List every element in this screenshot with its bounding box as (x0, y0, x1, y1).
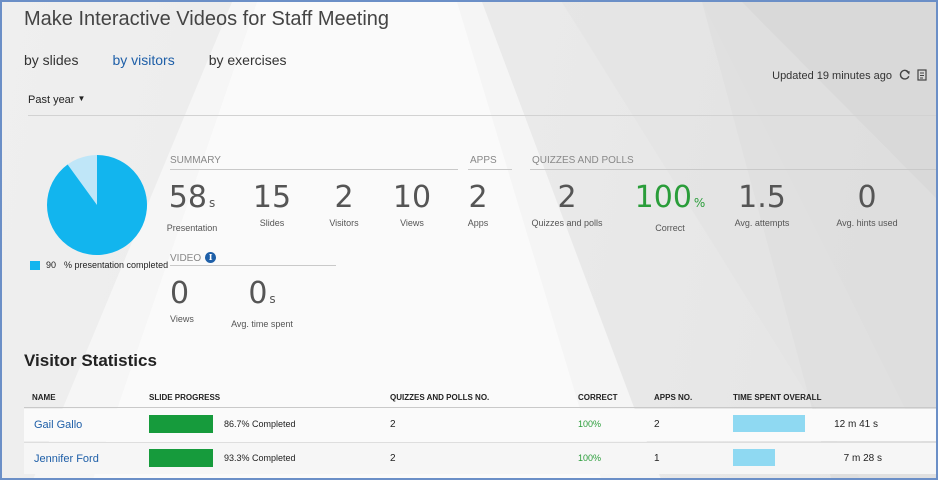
legend-label: % presentation completed (64, 260, 169, 270)
metric-value: 0 (857, 180, 877, 215)
metric-apps: 2 Apps (448, 180, 508, 229)
metric-avg-hints: 0 Avg. hints used (822, 180, 912, 229)
metric-label: Views (170, 314, 194, 324)
pie-legend: 90 % presentation completed (30, 260, 168, 270)
metric-value: 2 (334, 180, 354, 215)
video-header-text: VIDEO (170, 253, 202, 264)
metric-value: 1.5 (738, 180, 786, 215)
metric-label: Visitors (329, 218, 359, 228)
metric-value: 2 (557, 180, 577, 215)
time-spent-text: 12 m 41 s (834, 419, 878, 430)
column-apps[interactable]: APPS NO. (654, 393, 692, 402)
slide-progress-bar (149, 415, 213, 433)
correct-value: 100% (578, 453, 602, 463)
column-correct[interactable]: CORRECT (578, 393, 618, 402)
metric-value: 2 (468, 180, 488, 215)
metric-value: 58 (168, 180, 207, 215)
metric-avg-attempts: 1.5 Avg. attempts (722, 180, 802, 229)
metric-label: Apps (467, 218, 489, 228)
update-status: Updated 19 minutes ago (772, 68, 928, 84)
export-icon[interactable] (917, 68, 928, 84)
metric-label: Presentation (166, 223, 218, 233)
quizzes-count: 2 (390, 419, 396, 430)
updated-text: Updated 19 minutes ago (772, 70, 892, 82)
caret-down-icon: ▼ (77, 94, 86, 103)
metric-presentation: 58 s Presentation (162, 180, 222, 234)
time-spent-bar (733, 449, 775, 466)
view-tabs: by slides by visitors by exercises (24, 52, 321, 68)
metric-video-time: 0s Avg. time spent (212, 276, 312, 330)
quizzes-header: QUIZZES AND POLLS (532, 155, 634, 166)
slide-progress-text: 86.7% Completed (224, 419, 296, 429)
metric-visitors: 2 Visitors (314, 180, 374, 229)
table-row: Jennifer Ford 93.3% Completed 2 100% 1 7… (24, 442, 936, 474)
metric-video-views: 0 Views (162, 276, 202, 325)
apps-count: 2 (654, 419, 660, 430)
refresh-icon[interactable] (898, 68, 911, 84)
time-spent-bar (733, 415, 805, 432)
tab-by-slides[interactable]: by slides (24, 52, 78, 68)
metric-value: 100 (634, 180, 692, 215)
metric-value: 0 (248, 276, 268, 311)
completion-pie-chart (47, 155, 147, 255)
correct-value: 100% (578, 419, 602, 429)
metric-unit: s (208, 196, 216, 210)
metric-value: 15 (252, 180, 292, 215)
column-quizzes-and-polls[interactable]: QUIZZES AND POLLS NO. (390, 393, 489, 402)
table-header-divider (24, 407, 936, 408)
apps-header: APPS (470, 155, 497, 166)
time-spent-text: 7 m 28 s (843, 453, 882, 464)
visitor-name-link[interactable]: Jennifer Ford (34, 453, 99, 465)
metric-unit: % (693, 196, 706, 210)
metric-unit: s (269, 292, 276, 306)
quizzes-divider (530, 169, 936, 170)
video-divider (170, 265, 336, 266)
metric-label: Avg. time spent (231, 319, 293, 329)
slide-progress-text: 93.3% Completed (224, 453, 296, 463)
tab-by-exercises[interactable]: by exercises (209, 52, 287, 68)
visitor-statistics-title: Visitor Statistics (24, 351, 157, 370)
legend-value: 90 (46, 260, 57, 270)
slide-progress-bar (149, 449, 213, 467)
table-row: Gail Gallo 86.7% Completed 2 100% 2 12 m… (24, 409, 936, 441)
metric-quizzes-and-polls: 2 Quizzes and polls (522, 180, 612, 229)
metric-label: Slides (259, 218, 285, 228)
metric-label: Avg. hints used (836, 218, 898, 228)
header-divider (28, 115, 936, 116)
column-slide-progress[interactable]: SLIDE PROGRESS (149, 393, 220, 402)
metric-value: 10 (392, 180, 432, 215)
time-range-dropdown[interactable]: Past year ▼ (28, 94, 85, 106)
legend-swatch (30, 260, 40, 270)
pie-slice-completed (47, 155, 147, 255)
time-range-label: Past year (28, 94, 75, 106)
info-icon[interactable]: i (205, 252, 217, 263)
column-name[interactable]: NAME (32, 393, 56, 402)
video-header: VIDEO i (170, 252, 217, 264)
metric-label: Correct (655, 223, 685, 233)
metric-label: Views (400, 218, 424, 228)
visitor-name-link[interactable]: Gail Gallo (34, 419, 82, 431)
metric-views: 10 Views (382, 180, 442, 229)
tab-by-visitors[interactable]: by visitors (112, 52, 174, 68)
metric-value: 0 (170, 276, 190, 311)
summary-header: SUMMARY (170, 155, 221, 166)
apps-count: 1 (654, 453, 660, 464)
page-title: Make Interactive Videos for Staff Meetin… (24, 8, 390, 30)
column-time-spent[interactable]: TIME SPENT OVERALL (733, 393, 821, 402)
metric-label: Quizzes and polls (531, 218, 603, 228)
apps-divider (468, 169, 512, 170)
quizzes-count: 2 (390, 453, 396, 464)
metric-correct: 100% Correct (630, 180, 710, 234)
report-window: Make Interactive Videos for Staff Meetin… (0, 0, 938, 480)
metric-slides: 15 Slides (242, 180, 302, 229)
metric-label: Avg. attempts (734, 218, 790, 228)
summary-divider (170, 169, 458, 170)
